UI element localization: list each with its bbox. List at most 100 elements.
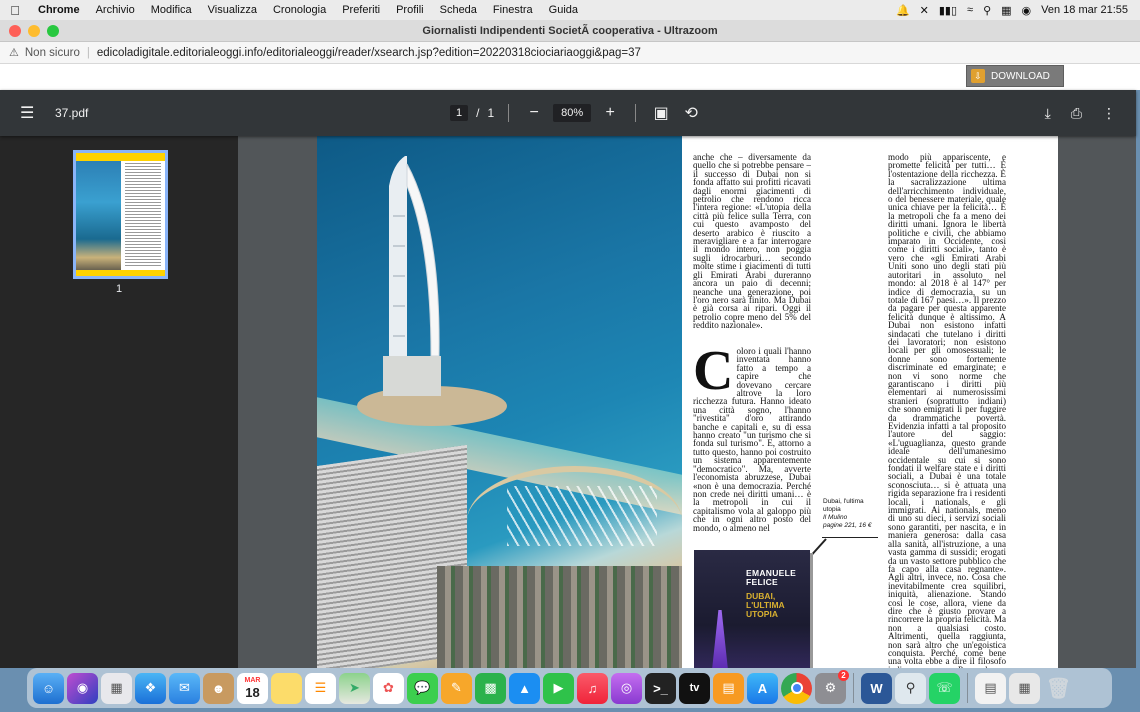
status-area: 🔔 ✕ ▮▮▯ ≈ ⚲ ▦ ◉ Ven 18 mar 21:55 [896, 4, 1140, 17]
quicktime-icon[interactable]: ⚲ [895, 672, 926, 704]
menu-scheda[interactable]: Scheda [432, 4, 485, 16]
clock[interactable]: Ven 18 mar 21:55 [1041, 4, 1128, 16]
downloads-stack-icon[interactable]: ▤ [975, 672, 1006, 704]
book-author: EMANUELE FELICE [746, 568, 797, 587]
calendar-icon[interactable]: MAR 18 [237, 672, 268, 704]
caption-info: pagine 221, 16 € [823, 522, 872, 529]
keynote-icon[interactable]: ▲ [509, 672, 540, 704]
facetime-icon[interactable]: ▶ [543, 672, 574, 704]
fullscreen-window-button[interactable] [47, 24, 59, 37]
menu-app-name[interactable]: Chrome [30, 4, 88, 16]
siri-app-icon[interactable]: ◉ [67, 672, 98, 704]
siri-icon[interactable]: ◉ [1022, 4, 1032, 17]
spotlight-search-icon[interactable]: ⚲ [983, 4, 991, 17]
fit-to-page-icon[interactable]: ▣ [650, 103, 672, 123]
url-text[interactable]: edicoladigitale.editorialeoggi.info/edit… [97, 47, 641, 59]
battery-icon[interactable]: ▮▮▯ [939, 4, 957, 17]
download-label: DOWNLOAD [991, 70, 1050, 82]
word-icon[interactable]: W [861, 672, 892, 704]
notification-icon[interactable]: 🔔 [896, 4, 910, 17]
zoom-in-button[interactable]: + [599, 104, 621, 122]
window-title: Giornalisti Indipendenti SocietÃ coopera… [422, 24, 718, 37]
download-icon: ⇩ [971, 69, 985, 83]
print-icon[interactable]: ⎙ [1071, 105, 1082, 122]
menu-profili[interactable]: Profili [388, 4, 432, 16]
warning-icon[interactable]: ⚠ [0, 46, 19, 59]
hamburger-menu-icon[interactable]: ☰ [20, 103, 40, 123]
zoom-out-button[interactable]: − [523, 104, 545, 122]
thumbnail-header [76, 153, 165, 161]
apple-tv-icon[interactable]: tv [679, 672, 710, 704]
system-preferences-icon[interactable]: ⚙ 2 [815, 669, 849, 704]
terminal-icon[interactable]: >_ [645, 672, 676, 704]
whatsapp-icon[interactable]: ☏ [929, 672, 960, 704]
podcasts-icon[interactable]: ◎ [611, 672, 642, 704]
safari-icon[interactable]: ❖ [135, 672, 166, 704]
maps-icon[interactable]: ➤ [339, 672, 370, 704]
contacts-icon[interactable]: ☻ [203, 672, 234, 704]
reminders-icon[interactable]: ☰ [305, 672, 336, 704]
window-controls [0, 24, 59, 37]
window-title-bar: Giornalisti Indipendenti SocietÃ coopera… [0, 20, 1140, 42]
menu-finestra[interactable]: Finestra [485, 4, 541, 16]
article-column-1-bottom: C oloro i quali l'hanno inventata hanno … [693, 347, 811, 535]
menu-cronologia[interactable]: Cronologia [265, 4, 334, 16]
apple-menu-icon[interactable]:  [0, 3, 30, 18]
page-thumbnail[interactable] [73, 150, 168, 279]
more-options-icon[interactable]: ⋮ [1102, 105, 1116, 122]
close-window-button[interactable] [9, 24, 21, 37]
download-pdf-icon[interactable]: ⤓ [1045, 105, 1051, 122]
pdf-actions: ⤓ ⎙ ⋮ [1045, 105, 1116, 122]
thumbnail-photo [76, 153, 121, 276]
menu-bar:  Chrome Archivio Modifica Visualizza Cr… [0, 0, 1140, 20]
numbers-icon[interactable]: ▩ [475, 672, 506, 704]
burj-al-arab-drawing [383, 156, 441, 396]
app-store-icon[interactable]: A [747, 672, 778, 704]
photo-boats [507, 486, 657, 546]
word-label: W [870, 680, 883, 696]
article-column-1-top: anche che – diversamente da quello che s… [693, 153, 811, 331]
photo-town [437, 566, 682, 668]
documents-stack-icon[interactable]: ▦ [1009, 672, 1040, 704]
menu-modifica[interactable]: Modifica [143, 4, 200, 16]
menu-archivio[interactable]: Archivio [88, 4, 143, 16]
books-icon[interactable]: ▤ [713, 672, 744, 704]
calendar-day: 18 [245, 684, 260, 700]
pdf-viewer[interactable]: anche che – diversamente da quello che s… [238, 136, 1136, 668]
wifi-icon[interactable]: ≈ [967, 4, 973, 16]
pdf-toolbar: ☰ 37.pdf 1 / 1 − 80% + ▣ ⟲ ⤓ ⎙ ⋮ [0, 90, 1136, 136]
address-separator: | [86, 46, 90, 59]
article-column-2: modo più appariscente, e promette felici… [888, 153, 1006, 668]
pdf-filename: 37.pdf [55, 106, 89, 120]
caption-publisher: Il Mulino [823, 514, 848, 521]
dock: ☺ ◉ ▦ ❖ ✉ ☻ MAR 18 ☰ ➤ ✿ 💬 ✎ ▩ ▲ ▶ ♫ ◎ >… [27, 668, 1112, 708]
thumbnail-page-number: 1 [115, 283, 123, 295]
book-cover: EMANUELE FELICE DUBAI, L'ULTIMA UTOPIA [694, 550, 810, 668]
mail-icon[interactable]: ✉ [169, 672, 200, 704]
download-button[interactable]: ⇩ DOWNLOAD [966, 65, 1064, 87]
notes-icon[interactable] [271, 672, 302, 704]
menu-guida[interactable]: Guida [541, 4, 586, 16]
security-status[interactable]: Non sicuro [19, 47, 80, 59]
menu-preferiti[interactable]: Preferiti [334, 4, 388, 16]
dock-separator-2 [967, 673, 968, 703]
menu-visualizza[interactable]: Visualizza [200, 4, 265, 16]
control-center-icon[interactable]: ▦ [1001, 4, 1011, 17]
trash-icon[interactable]: 🗑 [1043, 673, 1074, 704]
current-page-input[interactable]: 1 [450, 105, 469, 121]
toolbar-divider-2 [635, 104, 637, 122]
chrome-icon[interactable] [781, 672, 812, 704]
rotate-icon[interactable]: ⟲ [680, 103, 702, 123]
address-bar[interactable]: ⚠ Non sicuro | edicoladigitale.editorial… [0, 42, 1140, 64]
pages-icon[interactable]: ✎ [441, 672, 472, 704]
launchpad-icon[interactable]: ▦ [101, 672, 132, 704]
minimize-window-button[interactable] [28, 24, 40, 37]
messages-icon[interactable]: 💬 [407, 672, 438, 704]
bluetooth-icon[interactable]: ✕ [920, 4, 929, 17]
zoom-level-input[interactable]: 80% [553, 104, 592, 122]
calendar-month: MAR [244, 676, 261, 684]
finder-icon[interactable]: ☺ [33, 672, 64, 704]
music-icon[interactable]: ♫ [577, 672, 608, 704]
settings-badge: 2 [838, 669, 849, 681]
photos-icon[interactable]: ✿ [373, 672, 404, 704]
